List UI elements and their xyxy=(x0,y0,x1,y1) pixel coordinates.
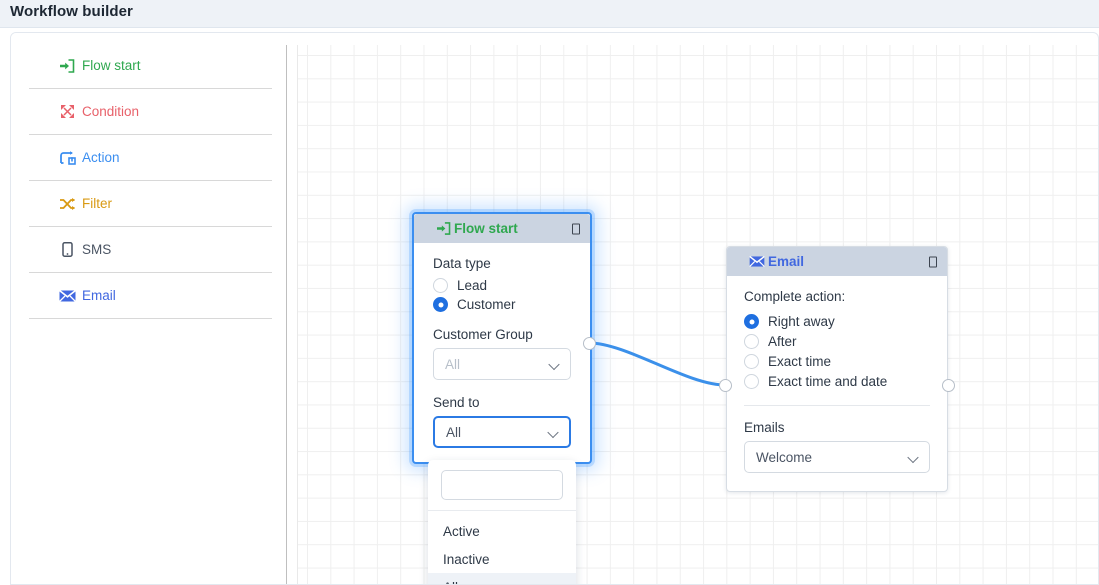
radio-indicator xyxy=(744,374,759,389)
node-body: Complete action: Right away After Exact … xyxy=(727,276,947,491)
node-header[interactable]: Email xyxy=(727,247,947,276)
radio-indicator xyxy=(744,354,759,369)
sidebar-canvas-divider xyxy=(286,45,287,584)
radio-customer[interactable]: Customer xyxy=(433,296,571,313)
radio-exact-time[interactable]: Exact time xyxy=(744,353,930,370)
radio-label: Lead xyxy=(457,278,488,293)
emails-select[interactable]: Welcome xyxy=(744,441,930,473)
radio-lead[interactable]: Lead xyxy=(433,277,571,294)
send-to-label: Send to xyxy=(433,395,480,410)
chevron-down-icon xyxy=(549,428,558,437)
complete-action-label: Complete action: xyxy=(744,289,846,304)
copy-node-icon[interactable] xyxy=(572,223,580,234)
radio-label: Exact time and date xyxy=(768,374,888,389)
radio-right-away[interactable]: Right away xyxy=(744,313,930,330)
node-body: Data type Lead Customer Customer Group A… xyxy=(414,243,590,462)
dropdown-option-inactive[interactable]: Inactive xyxy=(428,545,576,573)
sms-icon xyxy=(57,242,77,258)
radio-label: After xyxy=(768,334,797,349)
radio-indicator xyxy=(744,314,759,329)
radio-label: Right away xyxy=(768,314,835,329)
node-email[interactable]: Email Complete action: Right away After xyxy=(726,246,948,492)
dropdown-options: Active Inactive All xyxy=(428,511,576,584)
canvas-left-edge xyxy=(297,45,298,584)
flow-start-icon xyxy=(57,58,77,74)
radio-indicator xyxy=(433,278,448,293)
section-divider xyxy=(744,405,930,406)
radio-label: Customer xyxy=(457,297,516,312)
radio-indicator xyxy=(744,334,759,349)
customer-group-select[interactable]: All xyxy=(433,348,571,380)
radio-after[interactable]: After xyxy=(744,333,930,350)
handle-email-output[interactable] xyxy=(942,379,955,392)
app-titlebar: Workflow builder xyxy=(0,0,1099,28)
sidebar-item-label: Condition xyxy=(82,103,140,119)
radio-exact-time-and-date[interactable]: Exact time and date xyxy=(744,373,930,390)
sidebar-item-filter[interactable]: Filter xyxy=(29,181,272,227)
sidebar-item-label: Filter xyxy=(82,195,112,211)
condition-icon xyxy=(57,104,77,120)
sidebar-item-email[interactable]: Email xyxy=(29,273,272,319)
node-flow-start[interactable]: Flow start Data type Lead Customer Custo… xyxy=(412,212,592,464)
email-icon xyxy=(57,288,77,304)
handle-email-input[interactable] xyxy=(719,379,732,392)
sidebar-item-label: Email xyxy=(82,287,116,303)
node-title: Email xyxy=(768,254,805,269)
action-icon xyxy=(57,150,77,166)
send-to-dropdown[interactable]: Active Inactive All xyxy=(428,460,576,584)
radio-label: Exact time xyxy=(768,354,832,369)
node-header[interactable]: Flow start xyxy=(414,214,590,243)
workflow-builder-page: Workflow builder Flow start Condition Ac… xyxy=(0,0,1099,585)
sidebar-item-action[interactable]: Action xyxy=(29,135,272,181)
emails-value: Welcome xyxy=(756,449,813,465)
filter-icon xyxy=(57,196,77,212)
node-palette-sidebar: Flow start Condition Action Filter SMS E… xyxy=(11,33,286,584)
node-title: Flow start xyxy=(454,221,518,236)
edge-flow-start-to-email xyxy=(587,341,727,387)
sidebar-item-label: Flow start xyxy=(82,57,141,73)
radio-indicator xyxy=(433,297,448,312)
workflow-canvas[interactable]: Flow start Data type Lead Customer Custo… xyxy=(297,45,1098,584)
dropdown-option-all[interactable]: All xyxy=(428,573,576,584)
flow-start-icon xyxy=(436,222,451,235)
sidebar-item-sms[interactable]: SMS xyxy=(29,227,272,273)
data-type-label: Data type xyxy=(433,256,491,271)
customer-group-label: Customer Group xyxy=(433,327,533,342)
chevron-down-icon xyxy=(909,453,918,462)
chevron-down-icon xyxy=(550,360,559,369)
dropdown-search-input[interactable] xyxy=(441,470,563,500)
send-to-select[interactable]: All xyxy=(433,416,571,448)
main-card: Flow start Condition Action Filter SMS E… xyxy=(10,32,1099,585)
page-title: Workflow builder xyxy=(10,3,133,20)
dropdown-search-wrap xyxy=(428,460,576,510)
dropdown-option-active[interactable]: Active xyxy=(428,517,576,545)
handle-flow-start-output[interactable] xyxy=(583,337,596,350)
sidebar-item-label: SMS xyxy=(82,241,112,257)
customer-group-value: All xyxy=(445,356,461,372)
sidebar-item-label: Action xyxy=(82,149,120,165)
emails-label: Emails xyxy=(744,420,785,435)
sidebar-item-flow-start[interactable]: Flow start xyxy=(29,43,272,89)
email-icon xyxy=(749,256,765,267)
sidebar-item-condition[interactable]: Condition xyxy=(29,89,272,135)
send-to-value: All xyxy=(446,424,462,440)
copy-node-icon[interactable] xyxy=(929,256,937,267)
